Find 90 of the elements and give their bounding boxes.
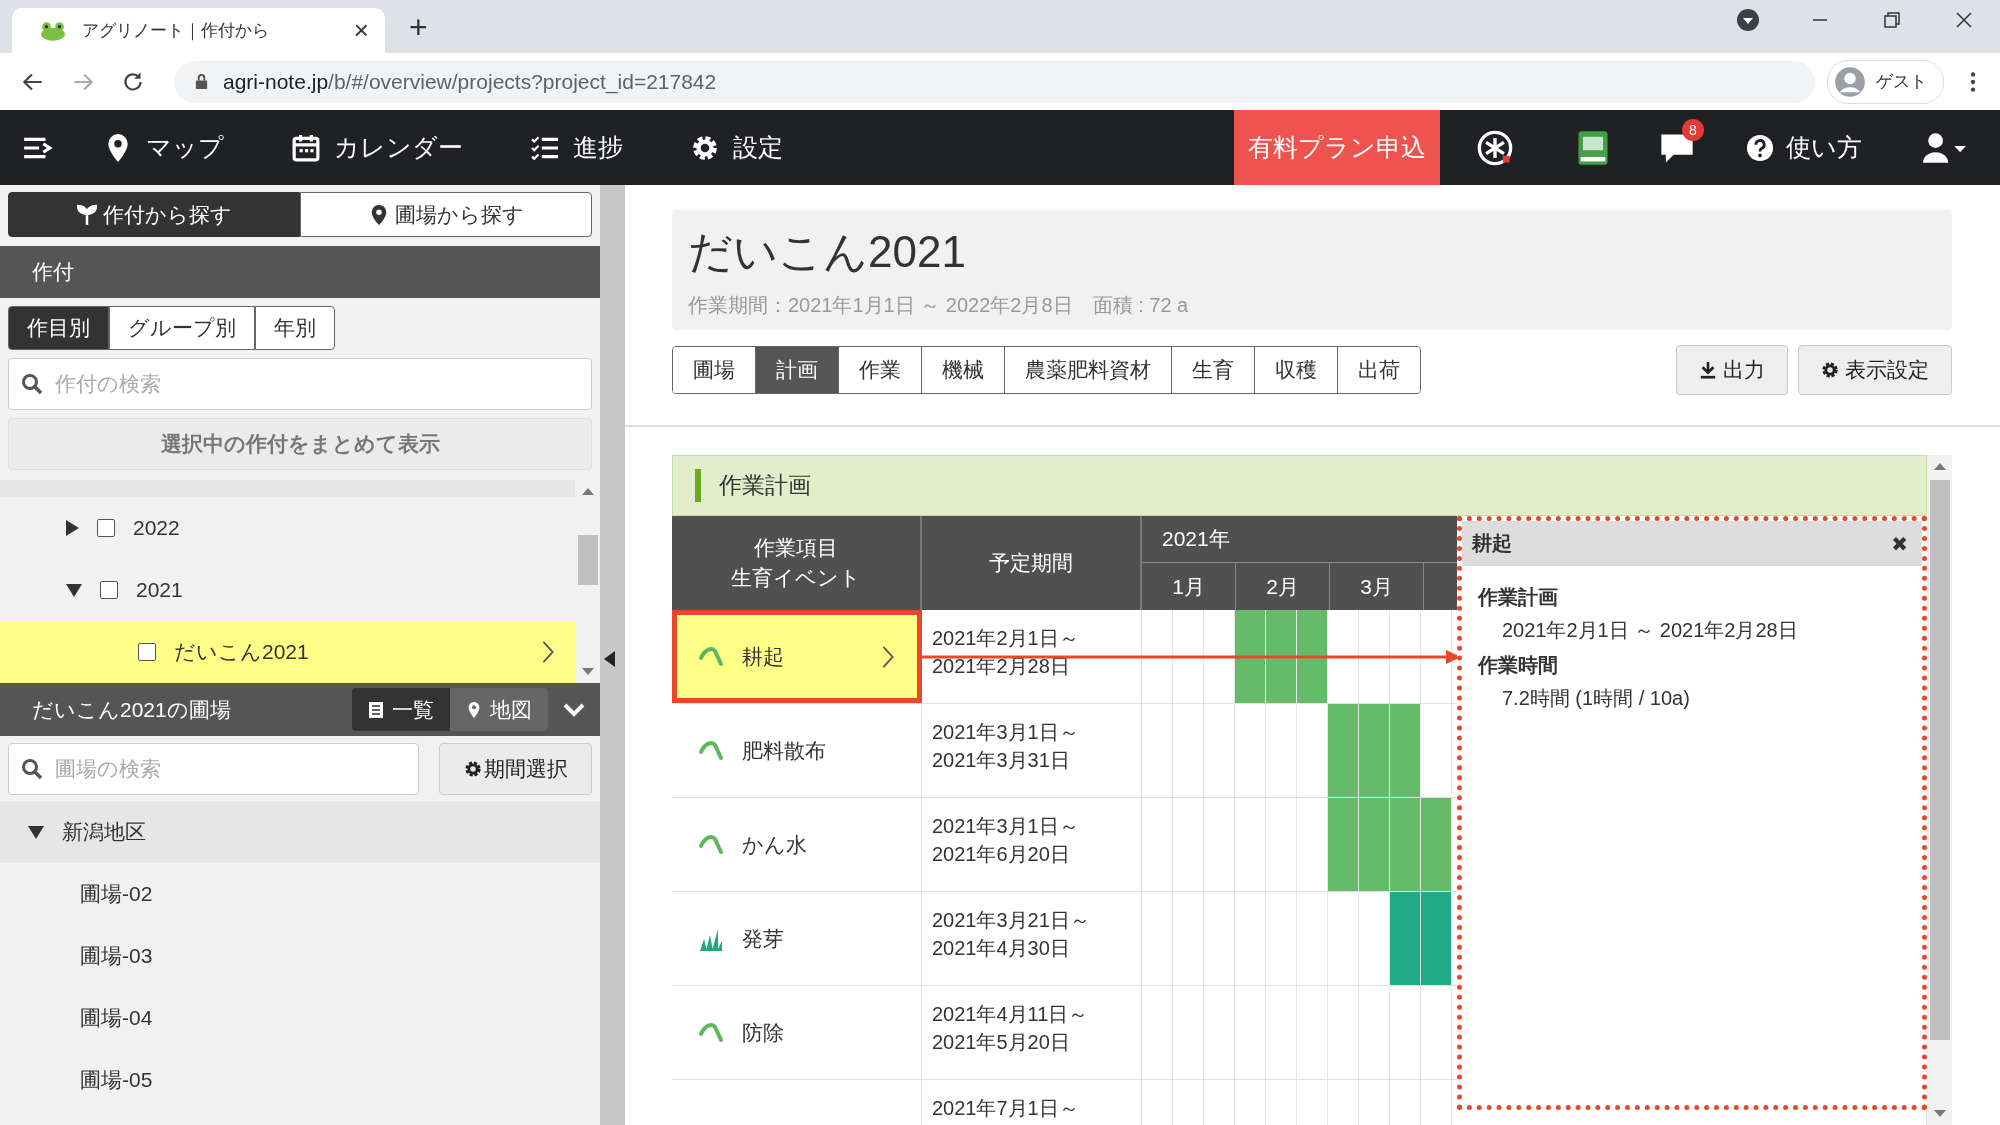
chevron-right-icon: [881, 644, 895, 669]
tree-row[interactable]: 2021: [0, 559, 575, 621]
settings-icon: [1821, 361, 1839, 379]
lock-icon: [194, 73, 209, 90]
project-summary: 作業期間：2021年1月1日 ～ 2022年2月8日 面積 : 72 a: [688, 293, 1190, 318]
new-tab-button[interactable]: +: [409, 7, 428, 47]
user-menu-icon[interactable]: [1922, 131, 1968, 164]
task-cell[interactable]: 発芽: [672, 892, 922, 985]
detail-value: 7.2時間 (1時間 / 10a): [1501, 686, 1691, 711]
search-icon: [21, 758, 43, 780]
expand-icon[interactable]: [28, 825, 44, 839]
month-header: 1月: [1142, 563, 1236, 610]
field-item[interactable]: 圃場-02: [0, 863, 600, 925]
list-icon: [368, 700, 384, 719]
asterisk-icon[interactable]: [1476, 128, 1514, 167]
tree-row[interactable]: 2022: [0, 497, 575, 559]
sprout-icon: [76, 203, 97, 226]
checkbox[interactable]: [97, 519, 115, 537]
task-cell[interactable]: 防除: [672, 986, 922, 1079]
search-input[interactable]: 圃場の検索: [53, 756, 418, 782]
display-settings-button[interactable]: 表示設定: [1798, 345, 1952, 395]
checkbox[interactable]: [100, 581, 118, 599]
field-item[interactable]: 圃場-05: [0, 1049, 600, 1111]
section-header: 作付: [0, 246, 600, 298]
accent-bar: [695, 469, 701, 502]
crop-search-field[interactable]: 作付の検索: [8, 358, 592, 410]
period-select-button[interactable]: 期間選択: [439, 743, 592, 795]
field-item[interactable]: 圃場-03: [0, 925, 600, 987]
nav-link[interactable]: 設定: [691, 131, 783, 164]
column-header: 予定期間: [922, 516, 1142, 610]
close-button[interactable]: ✖: [1891, 531, 1908, 556]
date-range-cell: 2021年4月11日～ 2021年5月20日: [922, 986, 1142, 1079]
group-tab[interactable]: グループ別: [109, 306, 255, 350]
scrollbar[interactable]: [1927, 455, 1952, 1125]
search-mode-tab[interactable]: 圃場から探す: [300, 192, 592, 237]
tree-row[interactable]: だいこん2021: [0, 621, 575, 683]
help-icon: [1746, 132, 1774, 163]
field-group-row[interactable]: 新潟地区: [0, 801, 600, 863]
frog-icon: [40, 20, 66, 41]
group-tab[interactable]: 作目別: [8, 306, 109, 350]
nav-link[interactable]: マップ: [104, 131, 224, 164]
popup-title: 耕起: [1472, 531, 1512, 556]
month-header: 3月: [1330, 563, 1424, 610]
date-range-cell: 2021年3月21日～ 2021年4月30日: [922, 892, 1142, 985]
collapse-icon[interactable]: [604, 651, 615, 667]
notification-badge: 8: [1682, 118, 1704, 141]
task-cell[interactable]: 耕起: [672, 610, 922, 703]
export-button[interactable]: 出力: [1676, 345, 1788, 395]
close-tab-button[interactable]: ×: [353, 15, 369, 46]
nav-link[interactable]: 進捗: [531, 131, 623, 164]
view-toggle-button[interactable]: 地図: [450, 688, 548, 731]
download-icon: [1699, 361, 1717, 379]
task-cell[interactable]: 肥料散布: [672, 704, 922, 797]
field-search-field[interactable]: 圃場の検索: [8, 743, 419, 795]
map-pin-icon: [466, 700, 482, 719]
chevron-down-icon[interactable]: [562, 701, 586, 718]
detail-heading: 作業計画: [1478, 585, 1559, 610]
show-selected-button[interactable]: 選択中の作付をまとめて表示: [8, 418, 592, 470]
search-mode-tab[interactable]: 作付から探す: [8, 192, 300, 237]
chevron-right-icon: [541, 640, 555, 664]
project-tab[interactable]: 圃場: [673, 347, 756, 393]
expand-icon[interactable]: [66, 583, 82, 597]
profile-button[interactable]: ゲスト: [1827, 59, 1944, 104]
browser-tab[interactable]: アグリノート｜作付から ×: [12, 8, 385, 53]
view-toggle-button[interactable]: 一覧: [352, 688, 450, 731]
search-input[interactable]: 作付の検索: [53, 371, 591, 397]
project-title: だいこん2021: [688, 226, 967, 278]
help-link[interactable]: 使い方: [1746, 131, 1862, 164]
date-range-cell: 2021年2月1日～ 2021年2月28日: [922, 610, 1142, 703]
calendar-icon: [292, 132, 320, 163]
project-tab[interactable]: 計画: [756, 347, 839, 393]
expand-icon[interactable]: [66, 520, 79, 536]
address-field[interactable]: agri-note.jp/b/#/overview/projects?project_id=217842: [174, 60, 1815, 103]
date-range-cell: 2021年3月1日～ 2021年3月31日: [922, 704, 1142, 797]
group-tab[interactable]: 年別: [255, 306, 335, 350]
detail-heading: 作業時間: [1478, 653, 1559, 678]
dropdown-icon[interactable]: [1736, 7, 1760, 32]
nav-link[interactable]: カレンダー: [292, 131, 463, 164]
tab-title: アグリノート｜作付から: [82, 20, 270, 42]
detail-value: 2021年2月1日 ～ 2021年2月28日: [1501, 618, 1799, 643]
avatar-icon: [1834, 65, 1866, 98]
date-range-cell: 2021年7月1日～: [922, 1080, 1142, 1125]
field-item[interactable]: 圃場-04: [0, 987, 600, 1049]
section-title: 作業計画: [719, 471, 811, 500]
checkbox[interactable]: [138, 643, 156, 661]
settings-icon: [463, 760, 482, 778]
section-header: だいこん2021の圃場: [32, 696, 231, 723]
date-range-cell: 2021年3月1日～ 2021年6月20日: [922, 798, 1142, 891]
search-icon: [21, 373, 43, 395]
task-cell[interactable]: かん水: [672, 798, 922, 891]
